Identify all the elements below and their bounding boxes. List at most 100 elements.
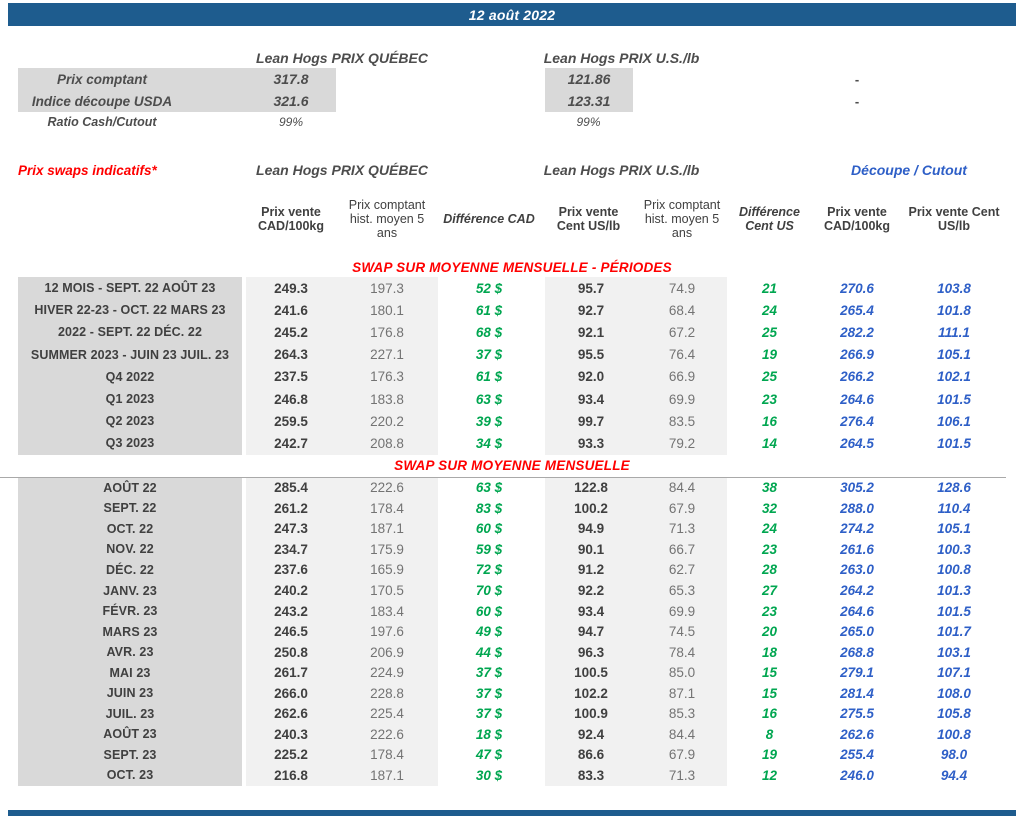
summary-header-row: Lean Hogs PRIX QUÉBEC Lean Hogs PRIX U.S… bbox=[0, 48, 1024, 68]
cutout-us-value: 101.5 bbox=[937, 603, 971, 619]
row-label: Q3 2023 bbox=[18, 432, 246, 455]
difference-us-value: 25 bbox=[761, 324, 778, 340]
difference-cad-value: 70 $ bbox=[475, 583, 503, 598]
difference-us-value: 23 bbox=[761, 541, 778, 557]
row-label: SUMMER 2023 - JUIN 23 JUIL. 23 bbox=[18, 343, 246, 366]
cutout-us-value: 103.8 bbox=[937, 280, 971, 296]
row-label: Q4 2022 bbox=[18, 365, 246, 388]
prix-vente-cad-value: 245.2 bbox=[246, 321, 336, 344]
col-header-hist-us: Prix comptant hist. moyen 5 ans bbox=[643, 198, 721, 240]
cutout-cad-value: 261.6 bbox=[840, 541, 874, 557]
cutout-cad-value: 275.5 bbox=[840, 706, 874, 722]
hist-us-value: 68.4 bbox=[637, 299, 727, 322]
cutout-cad-value: 265.4 bbox=[840, 302, 874, 318]
column-header-row: Prix vente CAD/100kg Prix comptant hist.… bbox=[0, 188, 1024, 250]
prix-vente-cad-value: 246.5 bbox=[246, 621, 336, 642]
hist-cad-value: 197.3 bbox=[336, 277, 438, 300]
difference-us-value: 32 bbox=[761, 500, 778, 516]
summary-label: Ratio Cash/Cutout bbox=[47, 115, 157, 129]
prix-vente-us-value: 92.0 bbox=[540, 365, 637, 388]
hist-cad-value: 165.9 bbox=[336, 559, 438, 581]
difference-us-value: 15 bbox=[761, 665, 778, 681]
hist-us-value: 76.4 bbox=[637, 343, 727, 366]
cutout-cad-value: 263.0 bbox=[840, 562, 874, 578]
prix-vente-cad-value: 259.5 bbox=[246, 410, 336, 433]
col-header-prix-vente-cad: Prix vente CAD/100kg bbox=[258, 205, 324, 233]
swaps-quebec-header: Lean Hogs PRIX QUÉBEC bbox=[256, 162, 428, 178]
hist-cad-value: 222.6 bbox=[336, 724, 438, 745]
row-label: AOÛT 23 bbox=[18, 724, 246, 745]
prix-vente-cad-value: 264.3 bbox=[246, 343, 336, 366]
difference-cad-value: 83 $ bbox=[475, 500, 503, 516]
hist-us-value: 83.5 bbox=[637, 410, 727, 433]
row-label: 12 MOIS - SEPT. 22 AOÛT 23 bbox=[18, 277, 246, 300]
difference-cad-value: 60 $ bbox=[475, 603, 503, 619]
prix-vente-cad-value: 250.8 bbox=[246, 641, 336, 663]
hist-cad-value: 178.4 bbox=[336, 498, 438, 519]
cutout-cad-value: 305.2 bbox=[840, 480, 874, 496]
difference-us-value: 25 bbox=[761, 369, 778, 385]
prix-vente-cad-value: 240.2 bbox=[246, 580, 336, 601]
summary-quebec-value: 317.8 bbox=[246, 68, 336, 90]
hist-us-value: 65.3 bbox=[637, 580, 727, 601]
cutout-us-value: 106.1 bbox=[937, 413, 971, 429]
hist-us-value: 84.4 bbox=[637, 724, 727, 745]
hist-us-value: 66.9 bbox=[637, 365, 727, 388]
difference-us-value: 20 bbox=[761, 624, 778, 640]
section-title-mensuelle: SWAP SUR MOYENNE MENSUELLE bbox=[394, 458, 630, 473]
cutout-cad-value: 288.0 bbox=[840, 500, 874, 516]
summary-quebec-value: 321.6 bbox=[246, 90, 336, 112]
cutout-us-value: 102.1 bbox=[937, 369, 971, 385]
cutout-cad-value: 255.4 bbox=[840, 747, 874, 763]
prix-vente-cad-value: 241.6 bbox=[246, 299, 336, 322]
hist-cad-value: 222.6 bbox=[336, 477, 438, 499]
prix-vente-us-value: 93.3 bbox=[540, 432, 637, 455]
difference-cad-value: 37 $ bbox=[475, 665, 503, 681]
difference-cad-value: 37 $ bbox=[475, 347, 503, 363]
cutout-cad-value: 270.6 bbox=[840, 280, 874, 296]
prix-vente-cad-value: 234.7 bbox=[246, 539, 336, 560]
row-label: 2022 - SEPT. 22 DÉC. 22 bbox=[18, 321, 246, 344]
prix-vente-cad-value: 225.2 bbox=[246, 744, 336, 766]
swaps-title: Prix swaps indicatifs* bbox=[18, 162, 157, 178]
summary-dash: - bbox=[854, 93, 860, 109]
prix-vente-cad-value: 266.0 bbox=[246, 682, 336, 704]
hist-cad-value: 176.8 bbox=[336, 321, 438, 344]
summary-row-indice-decoupe: Indice découpe USDA 321.6 123.31 - bbox=[0, 90, 1024, 112]
summary-dash: - bbox=[854, 71, 860, 87]
prix-vente-us-value: 90.1 bbox=[540, 539, 637, 560]
prix-vente-us-value: 94.7 bbox=[540, 621, 637, 642]
difference-us-value: 38 bbox=[761, 480, 778, 496]
difference-us-value: 8 bbox=[765, 726, 774, 742]
difference-us-value: 12 bbox=[761, 767, 778, 783]
cutout-us-value: 101.3 bbox=[937, 583, 971, 598]
cutout-cad-value: 264.2 bbox=[840, 583, 874, 598]
col-header-difference-us: Différence Cent US bbox=[739, 205, 800, 233]
hist-us-value: 74.9 bbox=[637, 277, 727, 300]
difference-us-value: 23 bbox=[761, 603, 778, 619]
difference-cad-value: 39 $ bbox=[475, 413, 503, 429]
prix-vente-us-value: 91.2 bbox=[540, 559, 637, 581]
prix-vente-us-value: 92.1 bbox=[540, 321, 637, 344]
monthly-table: AOÛT 22 285.4 222.6 63 $122.8 84.4 38 305.2 128… bbox=[0, 476, 1006, 786]
prix-vente-cad-value: 249.3 bbox=[246, 277, 336, 300]
difference-us-value: 21 bbox=[761, 280, 778, 296]
row-label: JUIL. 23 bbox=[18, 703, 246, 725]
swaps-us-header: Lean Hogs PRIX U.S./lb bbox=[543, 162, 700, 178]
hist-us-value: 79.2 bbox=[637, 432, 727, 455]
prix-vente-us-value: 93.4 bbox=[540, 600, 637, 622]
summary-us-header: Lean Hogs PRIX U.S./lb bbox=[543, 50, 700, 66]
prix-vente-us-value: 100.9 bbox=[540, 703, 637, 725]
cutout-us-value: 108.0 bbox=[937, 685, 971, 701]
hist-cad-value: 183.8 bbox=[336, 387, 438, 411]
row-label: HIVER 22-23 - OCT. 22 MARS 23 bbox=[18, 299, 246, 322]
col-header-cutout-us: Prix vente Cent US/lb bbox=[908, 205, 1000, 233]
difference-cad-value: 37 $ bbox=[475, 685, 503, 701]
difference-us-value: 24 bbox=[761, 521, 778, 537]
prix-vente-us-value: 99.7 bbox=[540, 410, 637, 433]
row-label: JANV. 23 bbox=[18, 580, 246, 601]
difference-us-value: 16 bbox=[761, 706, 778, 722]
row-label: Q1 2023 bbox=[18, 387, 246, 411]
cutout-us-value: 110.4 bbox=[937, 500, 971, 516]
prix-vente-cad-value: 246.8 bbox=[246, 387, 336, 411]
